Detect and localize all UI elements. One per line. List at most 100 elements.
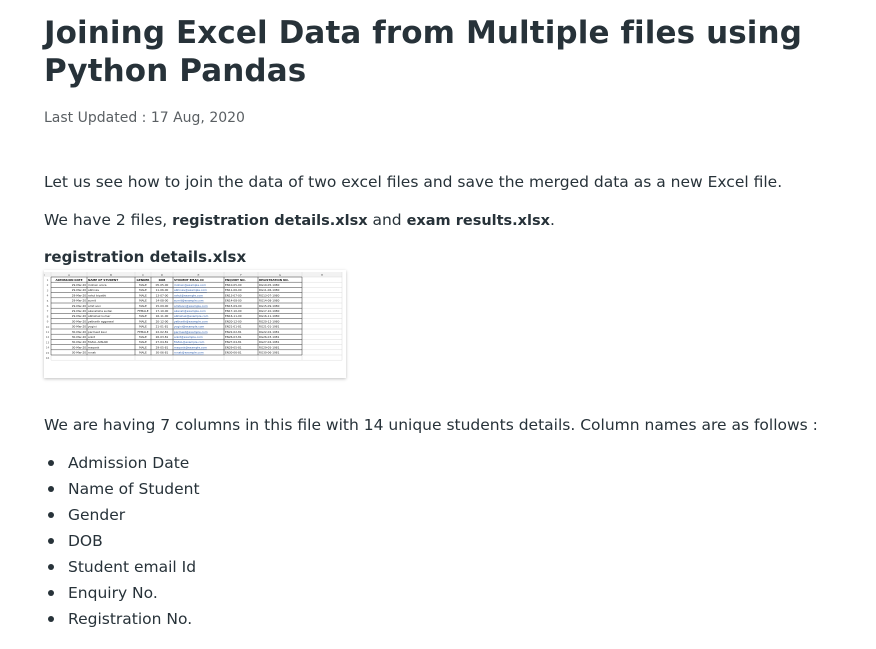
- table-cell: RG30-06-1981: [259, 351, 280, 355]
- row-number: 12: [46, 335, 50, 339]
- table-cell: FEMALE: [137, 309, 148, 313]
- row-number: 6: [47, 304, 49, 308]
- row-number: 2: [47, 283, 49, 287]
- table-cell: EN26-03-81: [225, 335, 242, 339]
- files-paragraph: We have 2 files, registration details.xl…: [44, 208, 555, 233]
- bullet-icon: [48, 460, 54, 466]
- row-number: 9: [47, 320, 49, 324]
- table-header: REGISTRATION NO.: [259, 278, 289, 282]
- files-and: and: [367, 211, 407, 229]
- table-cell: FEMALE: [137, 330, 148, 334]
- list-item-label: DOB: [68, 532, 103, 550]
- table-cell: 11-06-00: [156, 288, 169, 292]
- table-cell: EN17-10-00: [225, 309, 242, 313]
- table-cell: 29-Mar-20: [72, 304, 86, 308]
- table-cell: 29-Mar-20: [72, 293, 86, 297]
- table-cell: EN10-05-00: [225, 283, 242, 287]
- table-cell: FAZAL@example.com: [174, 340, 205, 344]
- table-cell: amit soni: [88, 304, 101, 308]
- table-header: NAME OF STUDENT: [88, 278, 118, 282]
- row-number: 7: [47, 309, 49, 313]
- table-cell: sumit@example.com: [174, 299, 204, 303]
- table-cell: MALE: [139, 351, 147, 355]
- list-item: Name of Student: [44, 476, 200, 502]
- table-cell: MALE: [139, 299, 147, 303]
- table-cell: amitsoni@example.com: [174, 304, 208, 308]
- table-cell: 30-Mar-20: [72, 330, 86, 334]
- table-cell: 16-11-00: [156, 314, 169, 318]
- list-item: Gender: [44, 502, 200, 528]
- files-suffix: .: [550, 211, 555, 229]
- table-cell: ankit: [88, 335, 96, 339]
- row-number: 1: [47, 278, 49, 282]
- page-title: Joining Excel Data from Multiple files u…: [44, 15, 802, 89]
- table-cell: mayank: [88, 345, 100, 349]
- table-cell: akansh@example.com: [174, 309, 206, 313]
- row-number: 3: [47, 288, 49, 292]
- table-cell: 29-Mar-20: [72, 309, 86, 313]
- table-cell: ankit@example.com: [174, 335, 203, 339]
- table-header: ADMISSION DATE: [55, 278, 82, 282]
- article: Joining Excel Data from Multiple files u…: [44, 0, 844, 628]
- table-cell: EN16-11-00: [225, 314, 242, 318]
- table-cell: MALE: [139, 283, 147, 287]
- table-cell: 14-08-00: [156, 299, 169, 303]
- table-cell: RG15-09-1980: [259, 304, 280, 308]
- table-cell: RG17-10-1980: [259, 309, 280, 313]
- table-cell: 13-07-00: [156, 293, 169, 297]
- last-updated: Last Updated : 17 Aug, 2020: [44, 110, 245, 126]
- table-cell: 27-04-81: [156, 340, 169, 344]
- table-cell: MALE: [139, 288, 147, 292]
- row-number: 4: [47, 294, 49, 298]
- table-cell: EN14-08-00: [225, 299, 242, 303]
- table-cell: EN22-02-81: [225, 330, 242, 334]
- table-cell: 30-Mar-20: [72, 319, 86, 323]
- table-cell: yogini: [88, 325, 97, 329]
- table-cell: RG14-08-1980: [259, 299, 280, 303]
- table-cell: yatharth@example.com: [174, 319, 208, 323]
- table-cell: EN30-06-81: [225, 351, 242, 355]
- list-item-label: Name of Student: [68, 480, 200, 498]
- table-cell: RG20-12-1980: [259, 319, 280, 323]
- table-cell: mohsin arora: [88, 283, 107, 287]
- list-item-label: Enquiry No.: [68, 584, 158, 602]
- table-cell: 26-03-81: [156, 335, 169, 339]
- table-cell: 29-Mar-20: [72, 288, 86, 292]
- table-cell: RG16-11-1980: [259, 314, 280, 318]
- table-cell: ronak: [88, 351, 96, 355]
- table-cell: MALE: [139, 304, 147, 308]
- table-cell: yogini@example.com: [174, 325, 204, 329]
- table-cell: EN20-12-00: [225, 319, 242, 323]
- bullet-icon: [48, 512, 54, 518]
- table-cell: 30-Mar-20: [72, 351, 86, 355]
- list-item: Admission Date: [44, 450, 200, 476]
- files-prefix: We have 2 files,: [44, 211, 173, 229]
- table-cell: RG26-03-1981: [259, 335, 280, 339]
- list-item-label: Admission Date: [68, 454, 190, 472]
- table-cell: RG27-04-1981: [259, 340, 280, 344]
- table-cell: parmeet kaur: [88, 330, 108, 334]
- table-cell: abhinav: [88, 288, 100, 292]
- table-cell: 20-12-00: [156, 319, 169, 323]
- table-cell: parmeet@example.com: [174, 330, 208, 334]
- file2-name: exam results.xlsx: [406, 213, 550, 229]
- bullet-icon: [48, 616, 54, 622]
- table-cell: RG22-02-1981: [259, 330, 280, 334]
- table-cell: mayank@example.com: [174, 345, 207, 349]
- table-cell: MALE: [139, 335, 147, 339]
- table-cell: RG13-07-1980: [259, 293, 280, 297]
- table-cell: abhishek@example.com: [174, 314, 209, 318]
- table-cell: mohsin@example.com: [174, 283, 206, 287]
- table-cell: 29-Mar-20: [72, 299, 86, 303]
- table-cell: akanshsha sudan: [88, 309, 113, 313]
- table-cell: RG21-01-1981: [259, 325, 280, 329]
- table-cell: FAZAL ANSARI: [88, 340, 108, 344]
- table-cell: EN15-09-00: [225, 304, 242, 308]
- table-cell: abhinav@example.com: [174, 288, 207, 292]
- table-cell: yatharth aggarwal: [88, 319, 114, 323]
- table-cell: sumit: [88, 299, 97, 303]
- column-letter: C: [142, 273, 144, 277]
- table-cell: rahul tripathi: [88, 293, 106, 297]
- table-header: GENDER: [137, 278, 151, 282]
- table-cell: RG10-05-1980: [259, 283, 280, 287]
